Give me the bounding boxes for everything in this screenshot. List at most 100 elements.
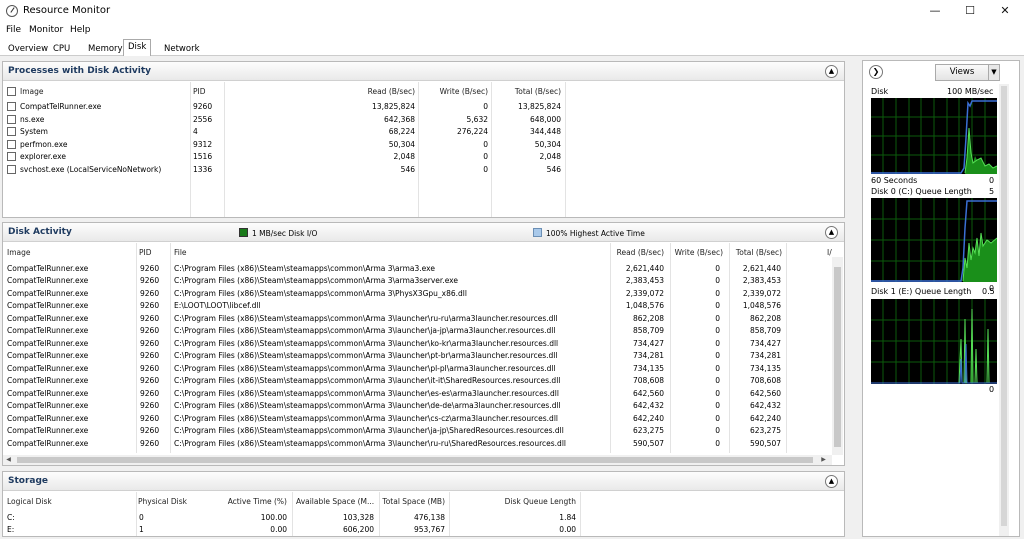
row-checkbox[interactable] <box>7 102 16 111</box>
close-icon: ✕ <box>1000 4 1010 17</box>
cell-write: 0 <box>715 414 720 423</box>
column-divider <box>418 82 419 217</box>
scroll-left-icon[interactable]: ◀ <box>3 456 14 463</box>
views-button[interactable]: Views <box>935 64 989 81</box>
cell-total: 2,048 <box>539 152 561 161</box>
column-divider <box>292 492 293 536</box>
disk-graph <box>871 98 998 174</box>
disk0-graph-title: Disk 0 (C:) Queue Length <box>871 187 972 196</box>
cell-total-space: 476,138 <box>413 513 445 522</box>
select-all-checkbox[interactable] <box>7 87 16 96</box>
chevron-down-icon: ▼ <box>991 68 997 76</box>
col-write[interactable]: Write (B/sec) <box>423 87 488 101</box>
processes-panel: Processes with Disk Activity ▲ Image PID… <box>2 61 845 218</box>
collapse-disk-activity-button[interactable]: ▲ <box>825 226 838 239</box>
disk0-graph-max: 5 <box>989 187 995 196</box>
cell-read: 2,048 <box>393 152 415 161</box>
cell-write: 0 <box>715 376 720 385</box>
col-active-time[interactable]: Active Time (%) <box>215 497 287 511</box>
disk-io-legend-label: 1 MB/sec Disk I/O <box>252 229 318 238</box>
col-logical-disk[interactable]: Logical Disk <box>7 497 52 511</box>
processes-panel-header[interactable]: Processes with Disk Activity ▲ <box>3 62 844 81</box>
column-divider <box>565 82 566 217</box>
cell-write: 0 <box>715 314 720 323</box>
cell-read: 642,368 <box>383 115 415 124</box>
disk-activity-panel-header[interactable]: Disk Activity 1 MB/sec Disk I/O 100% Hig… <box>3 223 844 242</box>
col-available-space[interactable]: Available Space (M... <box>296 497 374 511</box>
tab-network[interactable]: Network <box>159 41 205 56</box>
col-read[interactable]: Read (B/sec) <box>321 87 415 101</box>
col-image[interactable]: Image <box>20 87 44 101</box>
row-checkbox[interactable] <box>7 152 16 161</box>
collapse-processes-button[interactable]: ▲ <box>825 65 838 78</box>
cell-image: CompatTelRunner.exe <box>7 389 89 398</box>
cell-write: 0 <box>483 140 488 149</box>
cell-read: 858,709 <box>632 326 664 335</box>
scrollbar-thumb[interactable] <box>1001 86 1007 526</box>
col-file[interactable]: File <box>174 248 187 262</box>
vertical-scrollbar[interactable] <box>832 257 843 455</box>
graph-pane-scrollbar[interactable] <box>999 84 1009 536</box>
menu-file[interactable]: File <box>6 25 21 35</box>
row-checkbox[interactable] <box>7 115 16 124</box>
cell-available-space: 103,328 <box>342 513 374 522</box>
cell-physical-disk: 1 <box>139 525 144 534</box>
expand-pane-button[interactable]: ❯ <box>869 65 883 79</box>
cell-total: 623,275 <box>749 426 781 435</box>
row-checkbox[interactable] <box>7 127 16 136</box>
scrollbar-thumb[interactable] <box>834 267 841 447</box>
col-image[interactable]: Image <box>7 248 31 262</box>
cell-file: C:\Program Files (x86)\Steam\steamapps\c… <box>174 426 564 435</box>
tab-disk[interactable]: Disk <box>123 39 152 56</box>
tab-memory[interactable]: Memory <box>83 41 128 56</box>
col-physical-disk[interactable]: Physical Disk <box>138 497 187 511</box>
menu-monitor[interactable]: Monitor <box>29 25 63 35</box>
resource-monitor-icon <box>6 5 18 17</box>
cell-pid: 9260 <box>140 401 160 410</box>
cell-image: CompatTelRunner.exe <box>7 264 89 273</box>
row-checkbox[interactable] <box>7 165 16 174</box>
cell-read: 734,281 <box>632 351 664 360</box>
disk1-graph-max: 0.5 <box>982 287 995 296</box>
storage-panel-header[interactable]: Storage ▲ <box>3 472 844 491</box>
col-write[interactable]: Write (B/sec) <box>667 248 723 262</box>
col-pid[interactable]: PID <box>193 87 206 101</box>
views-dropdown-button[interactable]: ▼ <box>988 64 1000 81</box>
cell-image: perfmon.exe <box>20 140 68 149</box>
col-pid[interactable]: PID <box>139 248 152 262</box>
scrollbar-thumb[interactable] <box>17 457 813 463</box>
cell-pid: 9260 <box>140 426 160 435</box>
cell-write: 0 <box>715 439 720 448</box>
horizontal-scrollbar[interactable]: ◀ ▶ <box>3 455 832 465</box>
menu-help[interactable]: Help <box>70 25 91 35</box>
cell-image: CompatTelRunner.exe <box>7 439 89 448</box>
cell-write: 0 <box>483 152 488 161</box>
col-total[interactable]: Total (B/sec) <box>727 248 782 262</box>
cell-pid: 1516 <box>193 152 213 161</box>
tab-overview[interactable]: Overview <box>3 41 53 56</box>
cell-pid: 4 <box>193 127 198 136</box>
scroll-right-icon[interactable]: ▶ <box>818 456 829 463</box>
col-total[interactable]: Total (B/sec) <box>493 87 561 101</box>
col-disk-queue-length[interactable]: Disk Queue Length <box>493 497 576 511</box>
cell-pid: 9260 <box>140 314 160 323</box>
minimize-button[interactable]: — <box>918 0 952 23</box>
col-read[interactable]: Read (B/sec) <box>588 248 664 262</box>
cell-write: 0 <box>483 165 488 174</box>
cell-pid: 1336 <box>193 165 213 174</box>
cell-read: 642,560 <box>632 389 664 398</box>
column-divider <box>580 492 581 536</box>
cell-pid: 9260 <box>140 439 160 448</box>
col-total-space[interactable]: Total Space (MB) <box>375 497 445 511</box>
close-button[interactable]: ✕ <box>988 0 1022 23</box>
menu-bar: File Monitor Help <box>0 23 1024 39</box>
cell-image: explorer.exe <box>20 152 66 161</box>
collapse-storage-button[interactable]: ▲ <box>825 475 838 488</box>
tab-cpu[interactable]: CPU <box>48 41 75 56</box>
cell-disk-queue-length: 1.84 <box>559 513 576 522</box>
cell-total: 734,281 <box>749 351 781 360</box>
maximize-button[interactable]: ☐ <box>953 0 987 23</box>
row-checkbox[interactable] <box>7 140 16 149</box>
chevron-up-icon: ▲ <box>828 228 835 236</box>
cell-image: svchost.exe (LocalServiceNoNetwork) <box>20 165 162 174</box>
